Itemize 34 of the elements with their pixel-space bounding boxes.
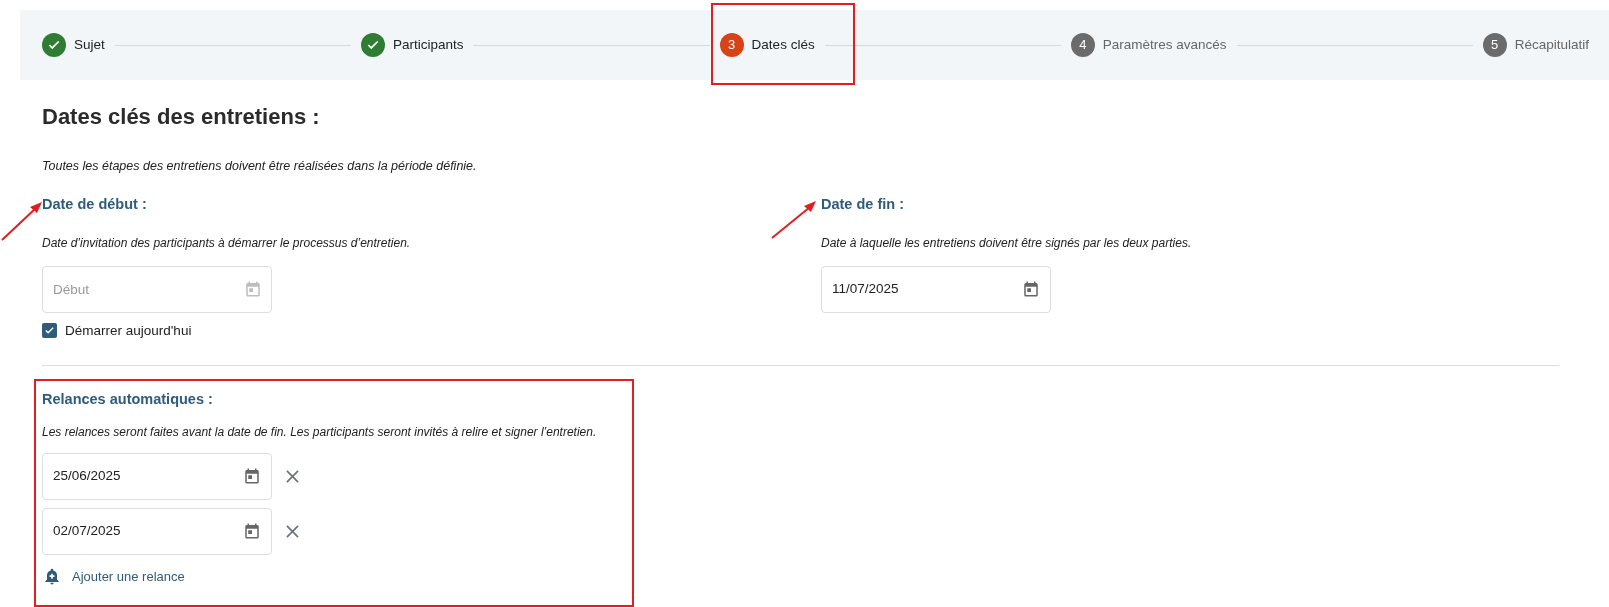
step-label: Participants	[392, 35, 464, 54]
section-description: Date d’invitation des participants à démarrer le processus d’entretien.	[42, 234, 412, 252]
add-reminder-link[interactable]: Ajouter une relance	[72, 566, 185, 587]
stepper-step[interactable]: Sujet	[42, 33, 105, 57]
section-title: Date de fin :	[821, 194, 905, 214]
bell-plus-icon	[42, 566, 62, 587]
intro-text: Toutes les étapes des entretiens doivent être réalisées dans la période définie.	[42, 158, 478, 175]
calendar-icon[interactable]	[1022, 280, 1040, 298]
check-icon	[360, 33, 385, 57]
page-heading: Dates clés des entretiens :	[42, 103, 321, 131]
arrow-annotation	[770, 198, 818, 240]
calendar-icon[interactable]	[243, 467, 261, 485]
stepper-step[interactable]: Participants	[360, 33, 464, 57]
check-icon	[42, 33, 66, 57]
step-label: Récapitulatif	[1514, 35, 1590, 54]
step-number: 5	[1482, 33, 1507, 57]
calendar-icon[interactable]	[243, 522, 261, 540]
date-field[interactable]: 02/07/2025	[42, 507, 272, 555]
date-field[interactable]: 25/06/2025	[42, 452, 272, 500]
arrow-annotation	[0, 200, 44, 242]
section-description: Date à laquelle les entretiens doivent être signés par les deux parties.	[821, 234, 1192, 252]
section-title: Date de début :	[42, 194, 148, 214]
checkbox-label: Démarrer aujourd'hui	[65, 321, 192, 340]
stepper-step[interactable]: 5 Récapitulatif	[1482, 33, 1590, 57]
date-field[interactable]: 11/07/2025	[821, 265, 1051, 313]
section-description: Les relances seront faites avant la date de fin. Les participants seront invités à relire et signer l’entretien.	[42, 423, 598, 441]
step-number: 4	[1070, 33, 1095, 57]
step-number: 3	[719, 33, 744, 57]
section-title: Relances automatiques :	[42, 389, 214, 409]
stepper-step[interactable]: 3 Dates clés	[719, 33, 815, 57]
step-label: Paramètres avancés	[1102, 35, 1227, 54]
stepper-step[interactable]: 4 Paramètres avancés	[1070, 33, 1227, 57]
step-label: Dates clés	[751, 35, 815, 54]
step-label: Sujet	[74, 35, 105, 54]
